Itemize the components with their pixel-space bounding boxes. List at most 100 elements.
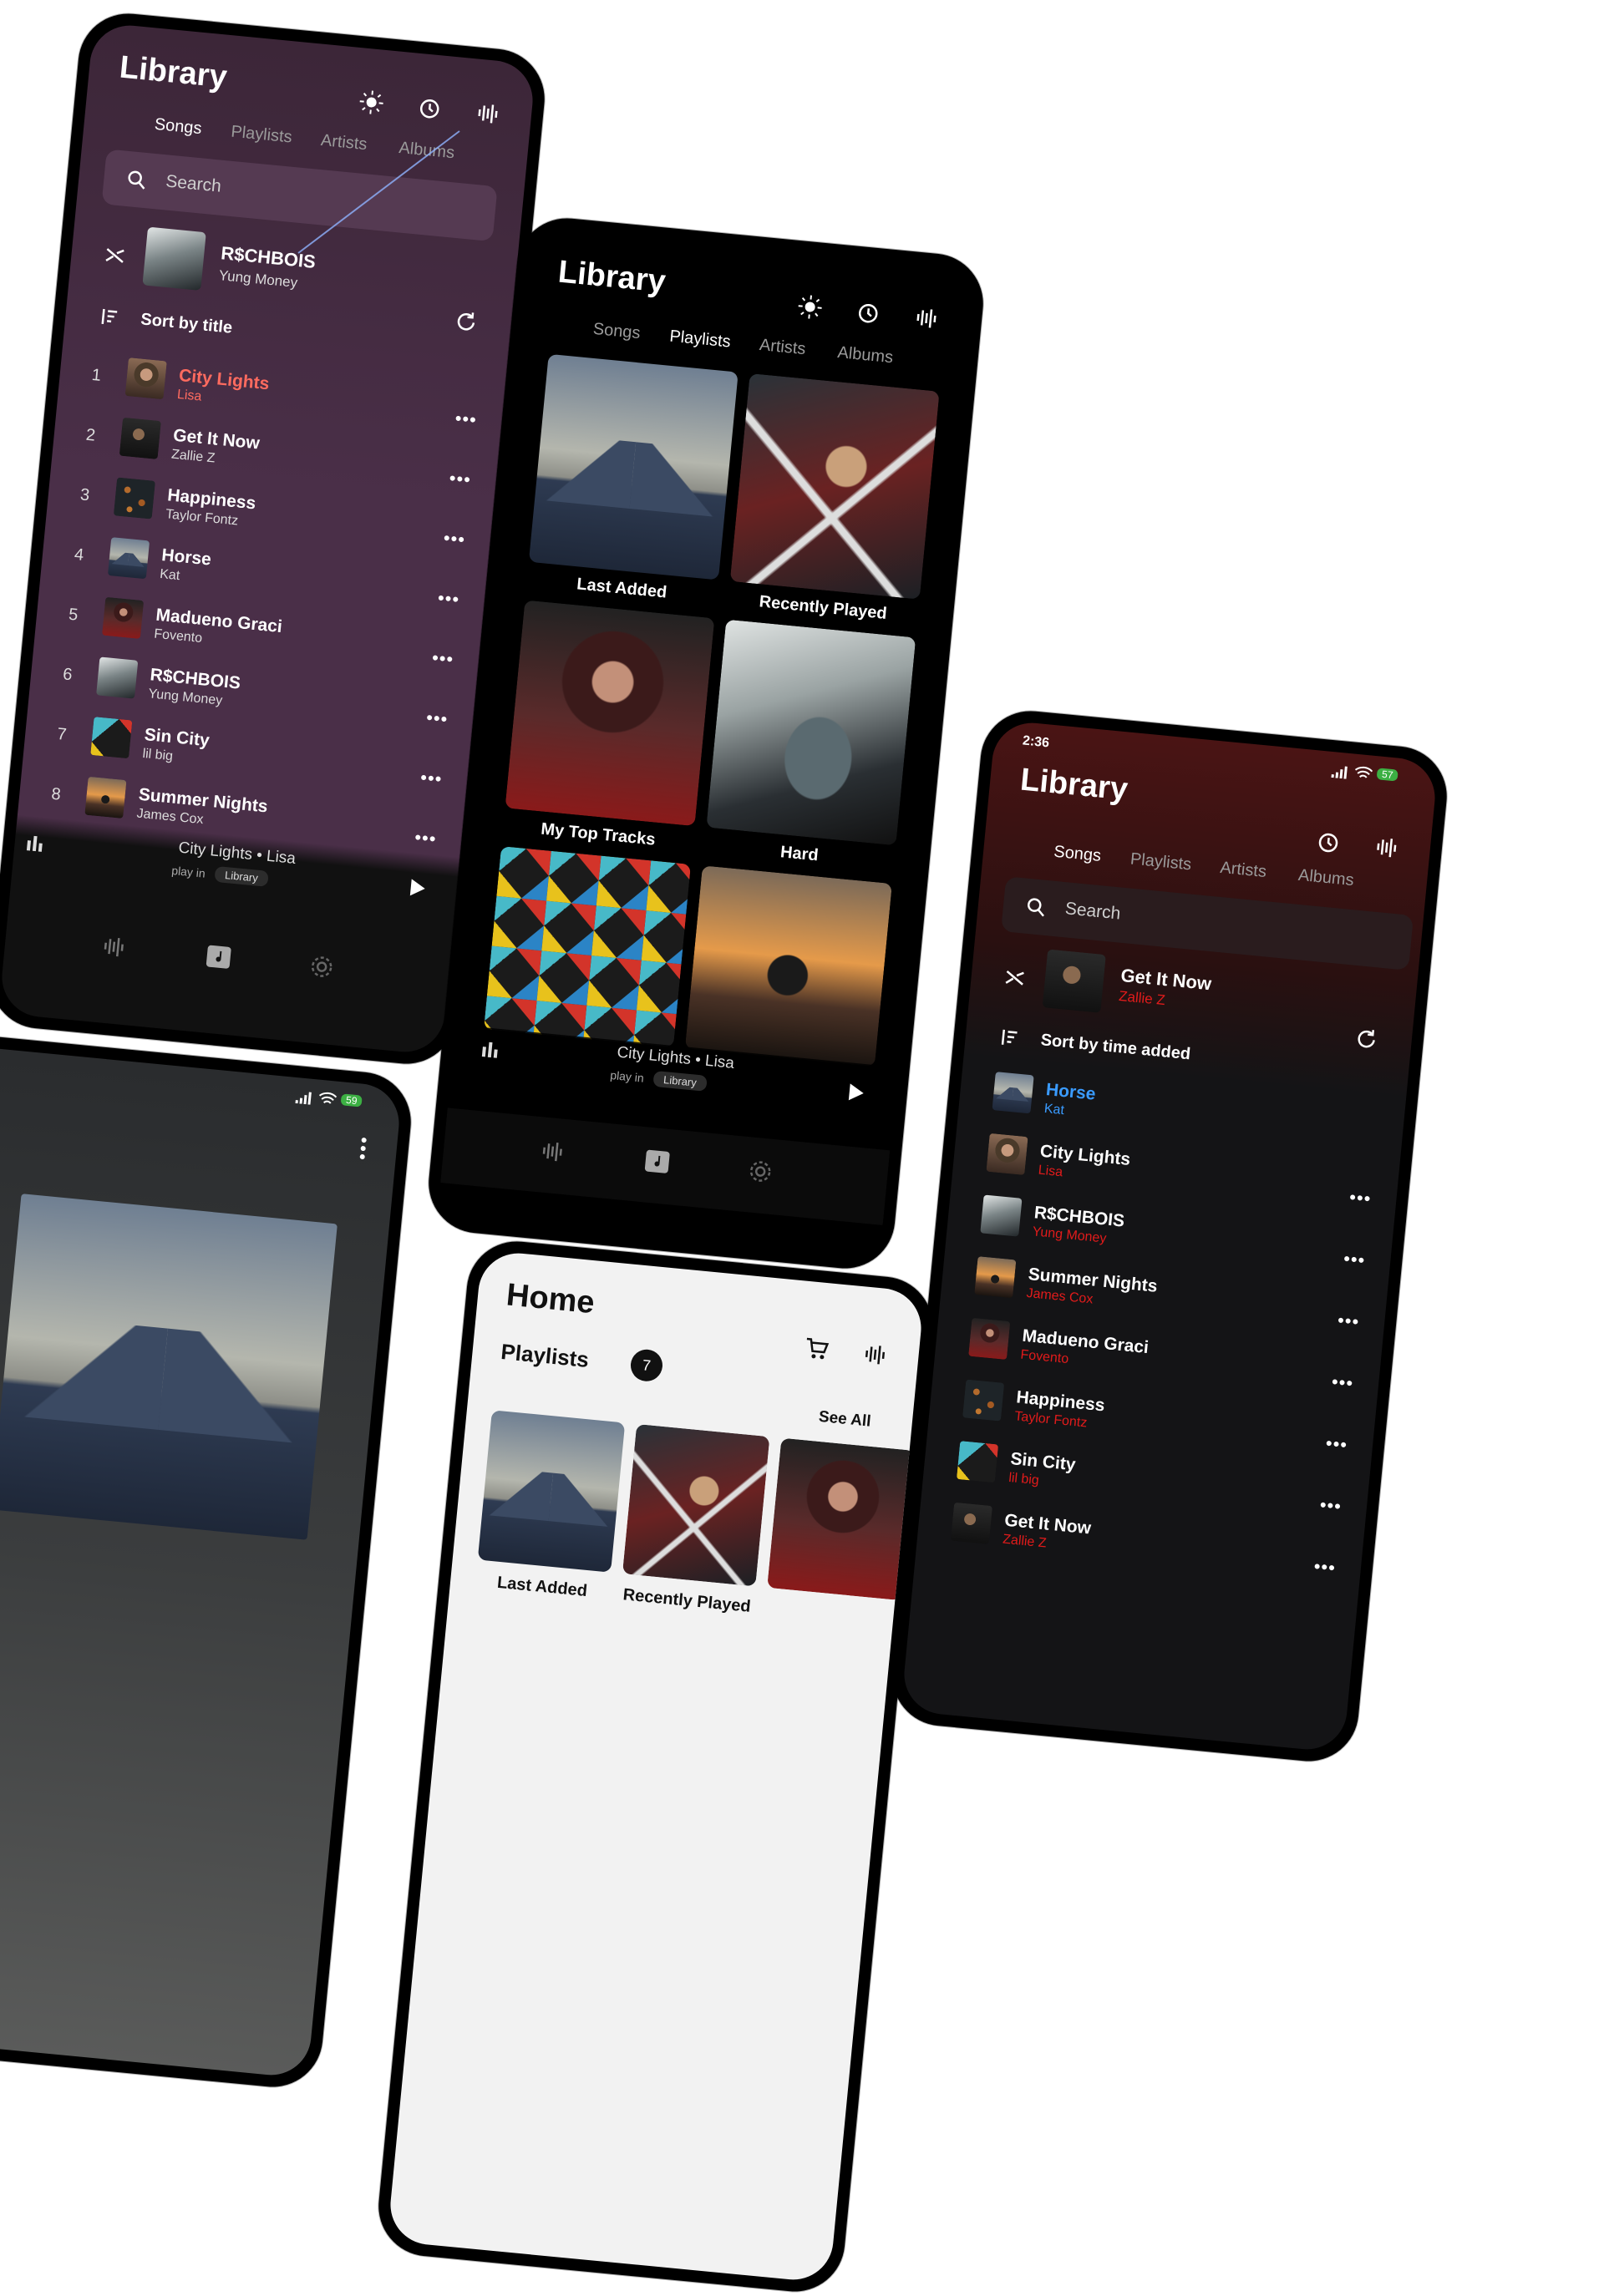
nav-settings-icon[interactable] [742,1153,779,1190]
repeat-icon[interactable] [449,305,482,337]
playlist-card-hard[interactable] [706,620,916,846]
tab-albums[interactable]: Albums [836,343,894,367]
track-number: 4 [74,545,84,565]
song-art [90,717,132,758]
song-artist: Fovento [1020,1348,1069,1367]
song-art [968,1318,1010,1360]
song-art [114,477,155,519]
more-icon[interactable]: ••• [425,707,449,730]
nav-settings-icon[interactable] [303,949,340,986]
playlist-card-recently-played[interactable] [730,373,940,600]
song-list: 1 City Lights Lisa ••• 2 Get It Now Zall… [63,346,505,388]
wifi-icon [1353,764,1374,783]
playlist-card-last-added[interactable] [478,1410,626,1573]
sun-icon[interactable] [353,84,390,121]
tab-albums[interactable]: Albums [1297,866,1355,890]
nav-library-icon[interactable] [199,935,239,976]
sort-icon[interactable] [94,302,124,332]
song-art [96,656,138,698]
alarm-icon[interactable] [1310,824,1347,860]
playlist-card-art[interactable] [685,865,892,1067]
tab-artists[interactable]: Artists [759,336,807,359]
song-art [119,418,161,459]
nav-waveform-icon[interactable] [534,1133,571,1170]
more-icon[interactable]: ••• [1337,1310,1360,1333]
more-icon[interactable]: ••• [1319,1494,1343,1518]
signal-icon [1329,763,1351,780]
battery-badge: 57 [1377,768,1399,781]
song-art [986,1133,1028,1175]
song-art [974,1256,1016,1298]
alarm-icon[interactable] [412,89,449,126]
repeat-icon[interactable] [1350,1022,1383,1055]
waveform-icon[interactable] [470,95,506,132]
more-icon[interactable]: ••• [419,767,443,790]
cart-icon[interactable] [799,1330,835,1367]
play-icon[interactable] [842,1079,870,1107]
alarm-icon[interactable] [850,294,887,331]
playlist-card-recently-played[interactable] [622,1424,770,1587]
more-vertical-icon[interactable] [352,1133,374,1163]
more-icon[interactable]: ••• [1343,1248,1366,1271]
more-icon[interactable]: ••• [1348,1186,1372,1209]
album-art [0,1194,338,1540]
song-artist: lil big [1008,1471,1039,1488]
phone-home: Home Playlists 7 See All Last Added Rece… [374,1237,937,2296]
more-icon[interactable]: ••• [437,587,460,611]
phone-library-red: 2:36 57 Library Songs Playlists Artists … [888,707,1451,1766]
song-artist: Zallie Z [1002,1533,1047,1552]
more-icon[interactable]: ••• [443,527,466,550]
search-icon [1023,893,1050,920]
play-icon[interactable] [404,874,431,902]
tab-artists[interactable]: Artists [1219,859,1267,882]
track-number: 7 [56,725,67,745]
more-icon[interactable]: ••• [431,647,454,671]
track-number: 5 [68,606,79,626]
tab-songs[interactable]: Songs [154,115,203,139]
more-icon[interactable]: ••• [1325,1432,1348,1456]
shuffle-icon[interactable] [99,239,131,271]
song-artist: lil big [142,747,174,764]
source-chip[interactable]: Library [652,1071,707,1092]
tab-songs[interactable]: Songs [1053,843,1102,866]
song-art [962,1379,1004,1421]
more-icon[interactable]: ••• [414,827,437,850]
tab-playlists[interactable]: Playlists [1129,849,1192,874]
more-icon[interactable]: ••• [449,468,472,491]
playlist-card-my-top-tracks[interactable] [505,600,714,826]
current-song-artist: Yung Money [218,267,298,291]
nav-library-icon[interactable] [637,1140,678,1180]
song-artist: Zallie Z [170,448,216,467]
shuffle-icon[interactable] [998,961,1031,994]
sort-label[interactable]: Sort by time added [1040,1031,1191,1064]
sort-icon[interactable] [994,1023,1023,1052]
more-icon[interactable]: ••• [454,408,477,431]
track-number: 1 [91,366,102,386]
tab-playlists[interactable]: Playlists [230,123,292,148]
playlist-count-badge: 7 [629,1348,663,1382]
shooting-star-decoration [297,129,464,255]
page-title: Library [556,255,667,301]
tab-songs[interactable]: Songs [592,320,642,343]
see-all-link[interactable]: See All [818,1408,871,1432]
tab-playlists[interactable]: Playlists [668,327,731,352]
sun-icon[interactable] [792,289,829,326]
more-icon[interactable]: ••• [1313,1555,1337,1579]
playlist-card-last-added[interactable] [529,354,739,580]
waveform-icon[interactable] [1368,829,1405,866]
playlist-card-art[interactable] [767,1438,915,1601]
playlist-card-art[interactable] [484,846,691,1047]
more-icon[interactable]: ••• [1331,1371,1354,1394]
page-title: Library [118,50,228,96]
play-in-label: play in [171,864,206,880]
song-art [951,1503,992,1544]
track-number: 8 [50,785,61,805]
song-artist: Lisa [1038,1163,1063,1181]
source-chip[interactable]: Library [214,866,268,887]
song-art [992,1072,1034,1113]
waveform-icon[interactable] [857,1336,894,1373]
nav-waveform-icon[interactable] [95,929,132,966]
sort-label[interactable]: Sort by title [140,310,233,337]
waveform-icon[interactable] [908,300,945,337]
track-number: 3 [79,485,90,505]
